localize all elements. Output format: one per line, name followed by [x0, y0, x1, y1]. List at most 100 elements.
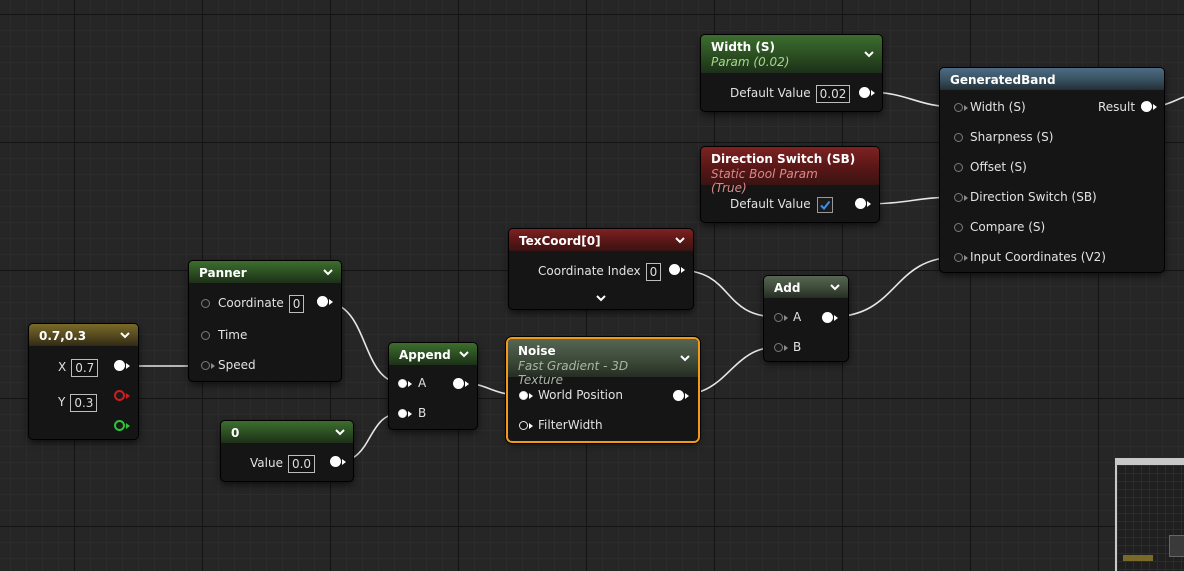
input-pin-coordinate[interactable]	[201, 299, 210, 308]
chevron-down-icon[interactable]	[673, 234, 687, 246]
noise-header[interactable]: Noise Fast Gradient - 3D Texture	[508, 339, 698, 387]
coordinate-index-row: Coordinate Index 0	[538, 261, 662, 281]
value-row: Value 0.0	[250, 453, 316, 473]
input-pin-b[interactable]	[398, 409, 407, 418]
input-pin-width[interactable]	[954, 103, 963, 112]
output-pin-arrow	[342, 459, 346, 465]
append-header[interactable]: Append	[389, 343, 477, 365]
value-field[interactable]: 0.0	[287, 454, 316, 473]
minimap-node-constant2	[1123, 555, 1153, 561]
generated-band-node[interactable]: GeneratedBand Width (S) Result Sharpness…	[940, 68, 1164, 272]
input-pin-compare[interactable]	[954, 223, 963, 232]
input-label-time: Time	[218, 328, 248, 342]
minimap-node	[1169, 535, 1184, 557]
noise-node[interactable]: Noise Fast Gradient - 3D Texture World P…	[508, 339, 698, 441]
input-pin-arrow	[784, 345, 788, 351]
input-pin-world-position[interactable]	[519, 391, 528, 400]
x-value-field[interactable]: 0.7	[71, 358, 99, 377]
output-pin[interactable]	[330, 456, 341, 467]
panner-header[interactable]: Panner	[189, 261, 341, 283]
value-label: Value	[250, 456, 283, 470]
input-pin-arrow	[529, 393, 533, 399]
node-subtitle: Static Bool Param (True)	[711, 167, 818, 195]
output-pin[interactable]	[317, 296, 328, 307]
width-param-header[interactable]: Width (S) Param (0.02)	[701, 35, 882, 73]
node-title: Width (S)	[711, 40, 776, 54]
node-title: Direction Switch (SB)	[711, 152, 856, 166]
chevron-down-icon[interactable]	[828, 281, 842, 293]
output-pin[interactable]	[822, 312, 833, 323]
default-value-row: Default Value	[730, 194, 833, 214]
input-pin-input-coordinates[interactable]	[954, 253, 963, 262]
input-pin-arrow	[408, 411, 412, 417]
node-title: Noise	[518, 344, 556, 358]
input-pin-direction-switch[interactable]	[954, 193, 963, 202]
output-pin[interactable]	[453, 378, 464, 389]
constant-node[interactable]: 0 Value 0.0	[221, 421, 353, 481]
default-value-field[interactable]: 0.02	[815, 84, 851, 103]
input-pin-time[interactable]	[201, 331, 210, 340]
coordinate-field[interactable]: 0	[288, 294, 305, 313]
add-node[interactable]: Add A B	[764, 276, 848, 361]
input-label-coordinate: Coordinate	[218, 296, 284, 310]
direction-switch-header[interactable]: Direction Switch (SB) Static Bool Param …	[701, 147, 879, 195]
input-label-offset: Offset (S)	[970, 160, 1027, 174]
chevron-down-icon[interactable]	[457, 348, 471, 360]
input-pin-sharpness[interactable]	[954, 133, 963, 142]
chevron-down-icon[interactable]	[862, 48, 876, 60]
input-pin-offset[interactable]	[954, 163, 963, 172]
node-title: Panner	[199, 266, 247, 280]
default-value-label: Default Value	[730, 86, 811, 100]
y-label: Y	[58, 395, 66, 409]
chevron-down-icon[interactable]	[118, 329, 132, 341]
output-pin[interactable]	[114, 360, 125, 371]
input-label-filterwidth: FilterWidth	[538, 418, 603, 432]
output-pin[interactable]	[673, 390, 684, 401]
input-pin-arrow	[964, 195, 968, 201]
output-pin[interactable]	[859, 87, 870, 98]
width-param-node[interactable]: Width (S) Param (0.02) Default Value 0.02	[701, 35, 882, 111]
node-subtitle: Param (0.02)	[711, 55, 790, 69]
wire-add-to-band	[829, 256, 959, 318]
coordinate-index-field[interactable]: 0	[645, 262, 662, 281]
panner-node[interactable]: Panner Coordinate 0 Time Speed	[189, 261, 341, 381]
chevron-down-icon[interactable]	[678, 352, 692, 364]
input-label-a: A	[418, 376, 427, 390]
output-label-result: Result	[1098, 100, 1136, 114]
constant2-header[interactable]: 0.7,0.3	[29, 324, 138, 346]
output-pin[interactable]	[669, 264, 680, 275]
add-header[interactable]: Add	[764, 276, 848, 298]
chevron-down-icon[interactable]	[333, 426, 347, 438]
output-pin-result[interactable]	[1141, 101, 1152, 112]
input-label-world-position: World Position	[538, 388, 623, 402]
graph-minimap[interactable]	[1115, 458, 1184, 571]
input-pin-b[interactable]	[774, 343, 783, 352]
output-pin[interactable]	[855, 198, 866, 209]
texcoord-header[interactable]: TexCoord[0]	[509, 229, 693, 251]
constant-header[interactable]: 0	[221, 421, 353, 443]
texcoord-node[interactable]: TexCoord[0] Coordinate Index 0	[509, 229, 693, 309]
input-label-width: Width (S)	[970, 100, 1026, 114]
input-label-b: B	[793, 340, 802, 354]
output-pin-arrow	[685, 393, 689, 399]
expand-chevron-down-icon[interactable]	[594, 292, 608, 307]
output-pin-arrow	[834, 315, 838, 321]
direction-switch-node[interactable]: Direction Switch (SB) Static Bool Param …	[701, 147, 879, 222]
output-pin-arrow	[867, 201, 871, 207]
generated-band-header[interactable]: GeneratedBand	[940, 68, 1164, 90]
chevron-down-icon[interactable]	[321, 266, 335, 278]
input-pin-a[interactable]	[398, 379, 407, 388]
input-pin-a[interactable]	[774, 313, 783, 322]
constant2-node[interactable]: 0.7,0.3 X 0.7 Y 0.3	[29, 324, 138, 439]
input-pin-arrow	[784, 315, 788, 321]
input-label-compare: Compare (S)	[970, 220, 1046, 234]
input-pin-arrow	[529, 423, 533, 429]
input-pin-speed[interactable]	[201, 361, 210, 370]
y-value-field[interactable]: 0.3	[70, 393, 98, 412]
output-pin-r[interactable]	[114, 390, 125, 401]
input-pin-filterwidth[interactable]	[519, 421, 528, 430]
output-pin-g[interactable]	[114, 420, 125, 431]
default-value-checkbox[interactable]	[816, 196, 833, 213]
append-node[interactable]: Append A B	[389, 343, 477, 429]
output-pin-arrow	[465, 381, 469, 387]
